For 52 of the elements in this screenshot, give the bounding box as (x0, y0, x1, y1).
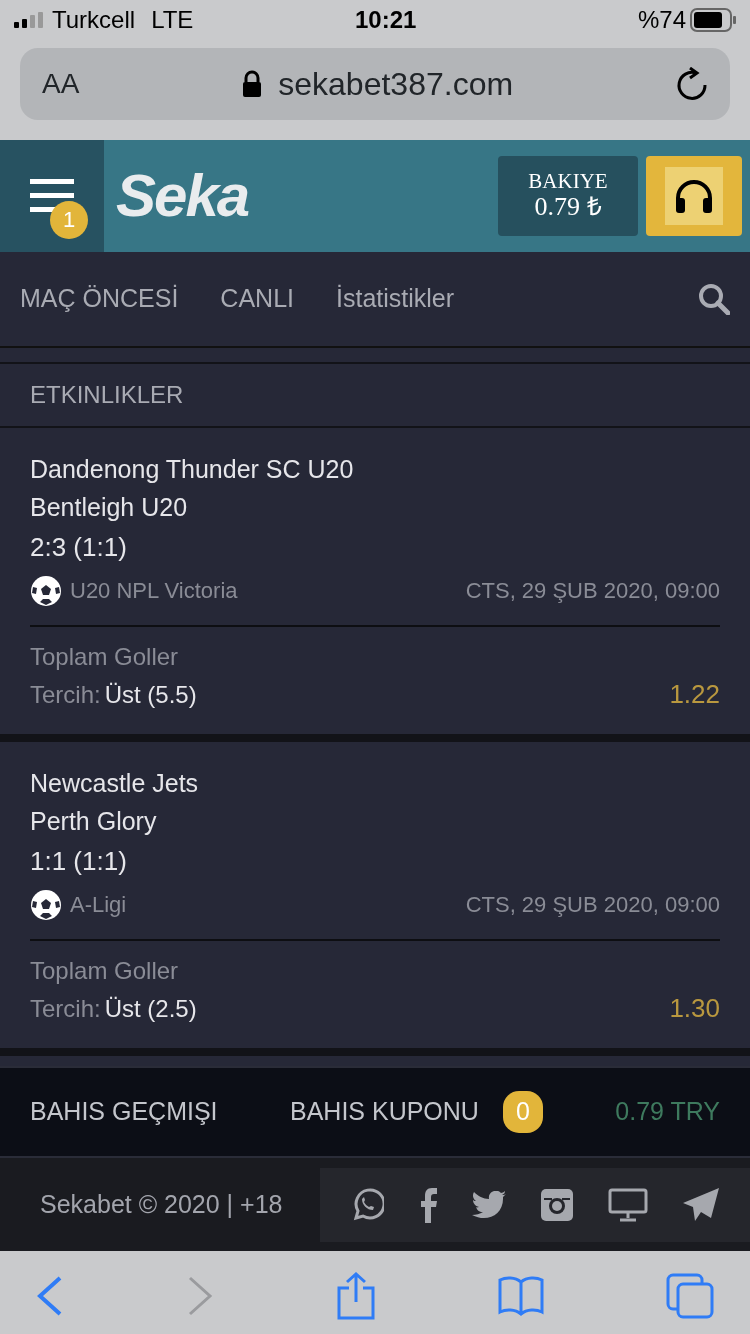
soccer-ball-icon (30, 574, 62, 607)
headphones-icon (674, 178, 714, 214)
match-score: 2:3 (1:1) (30, 531, 128, 564)
lock-icon (242, 70, 263, 98)
facebook-icon[interactable] (418, 1186, 438, 1223)
odds-value: 1.22 (669, 678, 720, 711)
pick-label: Tercih: (30, 993, 101, 1024)
balance-amount: 0.79 ₺ (534, 193, 602, 222)
team-name: Newcastle Jets (30, 768, 200, 799)
battery-percentage: %74 (637, 5, 686, 35)
twitter-icon[interactable] (472, 1190, 506, 1219)
bet-slip-link[interactable]: BAHIS KUPONU (290, 1093, 479, 1131)
notification-badge: 1 (50, 201, 88, 239)
market-name: Toplam Goller (30, 642, 180, 672)
team-name: Dandenong Thunder SC U20 (30, 454, 355, 485)
network-type: LTE (151, 5, 194, 35)
balance-amount: 0.79 TRY (615, 1096, 720, 1128)
section-title: ETKINLIKLER (30, 380, 184, 410)
pick-value: Üst (5.5) (104, 679, 197, 710)
pick-label: Tercih: (30, 679, 101, 710)
pick-value: Üst (2.5) (104, 993, 197, 1024)
support-button[interactable] (646, 156, 742, 236)
bet-history-link[interactable]: BAHIS GEÇMIŞI (30, 1093, 218, 1131)
match-date: CTS, 29 ŞUB 2020, 09:00 (465, 577, 720, 605)
copyright-text: Sekabet © 2020 | +18 (40, 1188, 283, 1220)
balance-label: BAKIYE (528, 170, 608, 194)
league-name: U20 NPL Victoria (70, 577, 238, 605)
nav-tab[interactable]: CANLI (220, 280, 294, 318)
carrier-name: Turkcell (52, 5, 136, 35)
soccer-ball-icon (30, 888, 62, 921)
count-badge: 0 (502, 1091, 543, 1133)
match-date: CTS, 29 ŞUB 2020, 09:00 (465, 891, 720, 919)
market-name: Toplam Goller (30, 956, 180, 986)
reload-icon[interactable] (676, 67, 708, 101)
address-bar[interactable]: AA sekabet387.com (20, 48, 730, 120)
odds-value: 1.30 (669, 992, 720, 1025)
paper-plane-icon[interactable] (682, 1186, 720, 1223)
team-name: Perth Glory (30, 806, 158, 837)
monitor-icon[interactable] (608, 1187, 648, 1222)
instagram-icon[interactable] (540, 1187, 574, 1222)
battery-icon (690, 8, 736, 32)
text-size-button[interactable]: AA (42, 63, 80, 105)
league-name: A-Ligi (70, 891, 127, 919)
signal-icon (14, 12, 44, 28)
clock-time: 10:21 (354, 5, 417, 35)
nav-tab[interactable]: İstatistikler (336, 280, 455, 318)
match-score: 1:1 (1:1) (30, 845, 128, 878)
team-name: Bentleigh U20 (30, 492, 189, 523)
logo: Seka (116, 161, 249, 231)
nav-tab[interactable]: MAÇ ÖNCESİ (20, 280, 179, 318)
url-text: sekabet387.com (278, 65, 514, 104)
search-icon[interactable] (698, 283, 730, 315)
